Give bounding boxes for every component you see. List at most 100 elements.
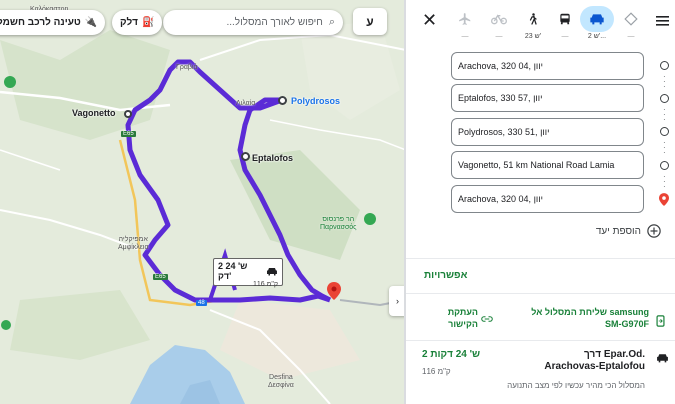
place-amfikleia[interactable]: אמפיקליה Αμφίκλεια xyxy=(118,236,149,252)
destination-pin-icon[interactable] xyxy=(327,282,341,300)
place-lilaia[interactable]: Λιλαία xyxy=(236,100,255,108)
divider xyxy=(406,340,675,341)
mode-bike-label: — xyxy=(495,33,503,40)
route-option-card[interactable]: דרך Epar.Od. Arachovas-Eptalofou 2 ש' 24… xyxy=(406,345,675,404)
place-parnassos-gr: Παρνασσός xyxy=(320,224,357,231)
bicycle-icon xyxy=(491,14,507,25)
vertical-dots-icon: · · · xyxy=(663,72,666,91)
stop-4-text: Vagonetto, 51 km National Road Lamia xyxy=(458,160,615,170)
add-circle-icon xyxy=(647,224,661,238)
link-icon xyxy=(481,316,493,322)
stop-marker-vagonetto[interactable] xyxy=(124,110,132,118)
destination-pin-icon xyxy=(659,193,669,206)
mode-best[interactable]: — xyxy=(617,6,645,40)
map-base xyxy=(0,0,406,404)
place-vagonetto-label: Vagonetto xyxy=(72,108,116,118)
stop-input-2[interactable]: Eptalofos, 330 57, יוון xyxy=(451,84,644,112)
mode-walk-label: 23 ש' xyxy=(524,33,542,40)
stop-input-4[interactable]: Vagonetto, 51 km National Road Lamia xyxy=(451,151,644,179)
route-title: דרך Epar.Od. Arachovas-Eptalofou xyxy=(544,349,645,372)
vertical-dots-icon: · · · xyxy=(663,138,666,157)
mode-walk[interactable]: 23 ש' xyxy=(519,6,547,40)
place-eptalofos-label: Eptalofos xyxy=(252,153,294,163)
vertical-dots-icon: · · · xyxy=(663,172,666,191)
airplane-icon xyxy=(459,13,471,25)
stop-input-3[interactable]: Polydrosos, 330 51, יוון xyxy=(451,118,644,146)
stop-input-1[interactable]: Arachova, 320 04, יוון xyxy=(451,52,644,80)
car-icon-container xyxy=(656,350,669,368)
share-row: שליחת המסלול אל samsung SM-G970F העתקת ה… xyxy=(406,306,675,336)
place-gravia[interactable]: Γραβιά xyxy=(176,64,198,72)
ev-charger-icon: 🔌 xyxy=(84,17,98,28)
route-distance: 116 ק"מ xyxy=(422,367,451,376)
maps-window: Καλόκαστρη Vagonetto Polydrosos Eptalofo… xyxy=(0,0,675,404)
road-shield-e65: E65 xyxy=(121,131,136,137)
car-icon xyxy=(590,14,604,25)
place-amfikleia-he: אמפיקליה xyxy=(118,236,148,243)
stop-2-dot-icon xyxy=(660,94,669,103)
route-duration: 2 ש' 24 דקות xyxy=(422,349,481,360)
fuel-chip[interactable]: דלק ⛽ xyxy=(112,10,163,35)
mode-transit[interactable]: — xyxy=(551,6,579,40)
send-to-device-button[interactable]: שליחת המסלול אל samsung SM-G970F xyxy=(524,306,649,330)
walk-icon xyxy=(529,13,537,25)
language-chip-label: ע xyxy=(366,14,374,29)
place-vagonetto[interactable]: Vagonetto xyxy=(72,108,116,118)
menu-button[interactable] xyxy=(656,13,669,31)
stop-1-text: Arachova, 320 04, יוון xyxy=(458,61,543,71)
stop-5-text: Arachova, 320 04, יוון xyxy=(458,194,543,204)
stop-4-dot-icon xyxy=(660,161,669,170)
diamond-turn-icon xyxy=(624,12,638,26)
fuel-chip-label: דלק xyxy=(120,17,138,28)
ev-charging-chip[interactable]: טעינה לרכב חשמלי 🔌 xyxy=(0,10,106,35)
options-button[interactable]: אפשרויות xyxy=(424,270,467,281)
place-parnassos-he: הר פרנסוס xyxy=(322,216,355,223)
route-time: 2 ש' 24 דק' xyxy=(218,261,248,281)
send-to-device-label: שליחת המסלול אל samsung SM-G970F xyxy=(531,307,649,329)
chevron-right-icon: › xyxy=(396,296,399,306)
stop-2-text: Eptalofos, 330 57, יוון xyxy=(458,93,543,103)
mode-flight[interactable]: — xyxy=(451,6,479,40)
divider xyxy=(406,293,675,294)
add-destination-button[interactable]: הוספת יעד xyxy=(451,224,661,238)
map-canvas[interactable]: Καλόκαστρη Vagonetto Polydrosos Eptalofo… xyxy=(0,0,406,404)
mode-bike[interactable]: — xyxy=(485,6,513,40)
mode-flight-label: — xyxy=(461,33,469,40)
copy-link-button[interactable]: העתקת הקישור xyxy=(436,306,478,330)
search-placeholder: חיפוש לאורך המסלול... xyxy=(226,17,323,28)
road-shield-e65-south: E65 xyxy=(153,274,168,280)
car-icon xyxy=(267,267,278,275)
stop-3-dot-icon xyxy=(660,127,669,136)
road-shield-48: 48 xyxy=(196,300,207,306)
stop-1-dot-icon xyxy=(660,61,669,70)
mode-car-label: 2 ש'... xyxy=(587,33,607,40)
stop-marker-polydrosos[interactable] xyxy=(278,96,287,105)
close-directions-button[interactable]: ✕ xyxy=(422,10,437,31)
bus-icon xyxy=(560,13,570,25)
place-desfina[interactable]: Desfina Δεσφίνα xyxy=(268,374,294,390)
stop-input-5[interactable]: Arachova, 320 04, יוון xyxy=(451,185,644,213)
search-along-route-input[interactable]: ⌕ חיפוש לאורך המסלול... xyxy=(163,10,343,35)
route-subtitle: המסלול הכי מהיר עכשיו לפי מצב התנועה xyxy=(507,381,645,390)
directions-panel: — 2 ש'... — 23 ש' — — ✕ Arachova, 320 04… xyxy=(406,0,675,404)
place-polydrosos-label: Polydrosos xyxy=(291,96,341,106)
place-desfina-gr: Δεσφίνα xyxy=(268,382,294,389)
stop-3-text: Polydrosos, 330 51, יוון xyxy=(458,127,550,137)
fuel-pump-icon: ⛽ xyxy=(141,17,155,28)
add-destination-label: הוספת יעד xyxy=(595,225,641,237)
ev-chip-label: טעינה לרכב חשמלי xyxy=(0,17,81,28)
options-label: אפשרויות xyxy=(424,270,468,281)
stop-marker-eptalofos[interactable] xyxy=(241,152,250,161)
place-parnassos[interactable]: הר פרנסוס Παρνασσός xyxy=(320,216,357,232)
copy-link-label: העתקת הקישור xyxy=(447,307,478,329)
place-eptalofos[interactable]: Eptalofos xyxy=(252,153,293,163)
mode-car[interactable]: 2 ש'... xyxy=(580,6,614,40)
place-polydrosos[interactable]: Polydrosos xyxy=(291,96,340,106)
vertical-dots-icon: · · · xyxy=(663,105,666,124)
language-chip[interactable]: ע xyxy=(353,8,387,35)
place-amfikleia-gr: Αμφίκλεια xyxy=(118,244,149,251)
place-desfina-en: Desfina xyxy=(269,374,293,381)
mode-best-label: — xyxy=(627,33,635,40)
phone-icon xyxy=(656,315,665,327)
route-time-label[interactable]: 2 ש' 24 דק' 116 ק"מ xyxy=(213,258,283,288)
